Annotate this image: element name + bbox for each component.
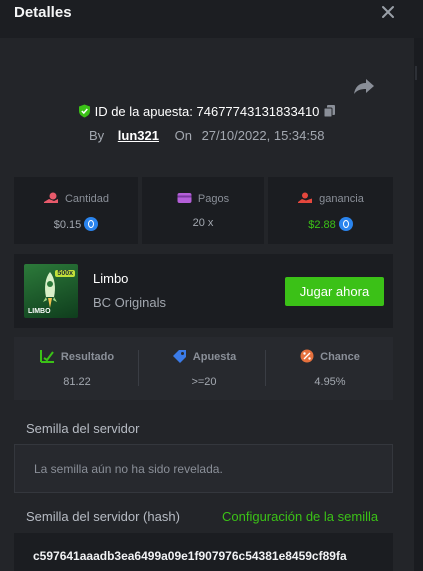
bet-datetime: 27/10/2022, 15:34:58 — [201, 128, 325, 143]
bet-label: Apuesta — [192, 351, 237, 363]
server-seed-label: Semilla del servidor — [26, 421, 140, 436]
seed-config-link[interactable]: Configuración de la semilla — [222, 509, 378, 524]
server-seed-hash-label: Semilla del servidor (hash) — [26, 509, 180, 524]
by-label: By — [89, 128, 105, 143]
coins-hand-icon — [43, 192, 58, 203]
game-card: 500x LIMBO Limbo BC Originals Jugar ahor… — [14, 254, 393, 328]
chance-col: Chance 4.95% — [267, 337, 393, 400]
bet-id-value: 74677743131833410 — [196, 104, 320, 119]
bet-id-label: ID de la apuesta: — [94, 104, 193, 119]
game-thumb-logo: LIMBO — [28, 308, 51, 315]
background-page-edge — [414, 38, 423, 571]
result-col: Resultado 81.22 — [14, 337, 140, 400]
bet-result-panel: Resultado 81.22 Apuesta >=20 Chance 4.95… — [14, 337, 393, 400]
stat-profit-label: ganancia — [319, 193, 364, 205]
on-label: On — [174, 128, 192, 143]
chart-check-icon — [39, 350, 54, 363]
wallet-icon — [177, 193, 192, 203]
bet-id-row: ID de la apuesta: 74677743131833410 — [0, 104, 414, 119]
game-name: Limbo — [93, 271, 129, 286]
bet-author-row: By lun321 On 27/10/2022, 15:34:58 — [89, 128, 324, 143]
stat-amount-label: Cantidad — [64, 193, 110, 205]
chance-label: Chance — [320, 351, 360, 363]
stat-amount: Cantidad $0.15 — [14, 177, 138, 244]
coin-icon — [84, 217, 99, 231]
server-seed-field: La semilla aún no ha sido revelada. — [14, 444, 393, 493]
profit-hand-icon — [298, 192, 313, 203]
game-thumb-tag: 500x — [55, 270, 75, 277]
modal-title: Detalles — [14, 4, 72, 21]
close-icon[interactable] — [378, 2, 398, 22]
server-seed-placeholder: La semilla aún no ha sido revelada. — [34, 462, 223, 476]
stat-payout-label: Pagos — [197, 193, 230, 205]
result-value: 81.22 — [63, 376, 91, 388]
stat-profit: ganancia $2.88 — [268, 177, 393, 244]
percent-icon — [300, 349, 314, 363]
share-icon[interactable] — [353, 76, 375, 96]
stat-payout-value: 20 x — [192, 217, 214, 229]
game-provider: BC Originals — [93, 295, 166, 310]
stat-profit-value: $2.88 — [308, 219, 336, 231]
result-label: Resultado — [60, 351, 115, 363]
bet-tag-icon — [172, 350, 186, 363]
coin-icon — [338, 217, 353, 231]
user-link[interactable]: lun321 — [118, 128, 159, 143]
bet-value: >=20 — [191, 376, 217, 388]
play-now-button[interactable]: Jugar ahora — [285, 277, 384, 306]
bet-col: Apuesta >=20 — [141, 337, 267, 400]
bet-stats: Cantidad $0.15 Pagos 20 x ganancia $2.88 — [14, 177, 393, 244]
chance-value: 4.95% — [314, 376, 346, 388]
stat-payout: Pagos 20 x — [142, 177, 264, 244]
modal-header: Detalles — [0, 0, 423, 38]
server-seed-hash-value: c597641aaadb3ea6499a09e1f907976c54381e84… — [33, 549, 347, 563]
stat-amount-value: $0.15 — [53, 219, 82, 231]
shield-check-icon — [78, 104, 90, 118]
copy-icon[interactable] — [323, 104, 336, 118]
game-thumbnail[interactable]: 500x LIMBO — [24, 264, 78, 318]
server-seed-hash-field[interactable]: c597641aaadb3ea6499a09e1f907976c54381e84… — [14, 533, 393, 571]
